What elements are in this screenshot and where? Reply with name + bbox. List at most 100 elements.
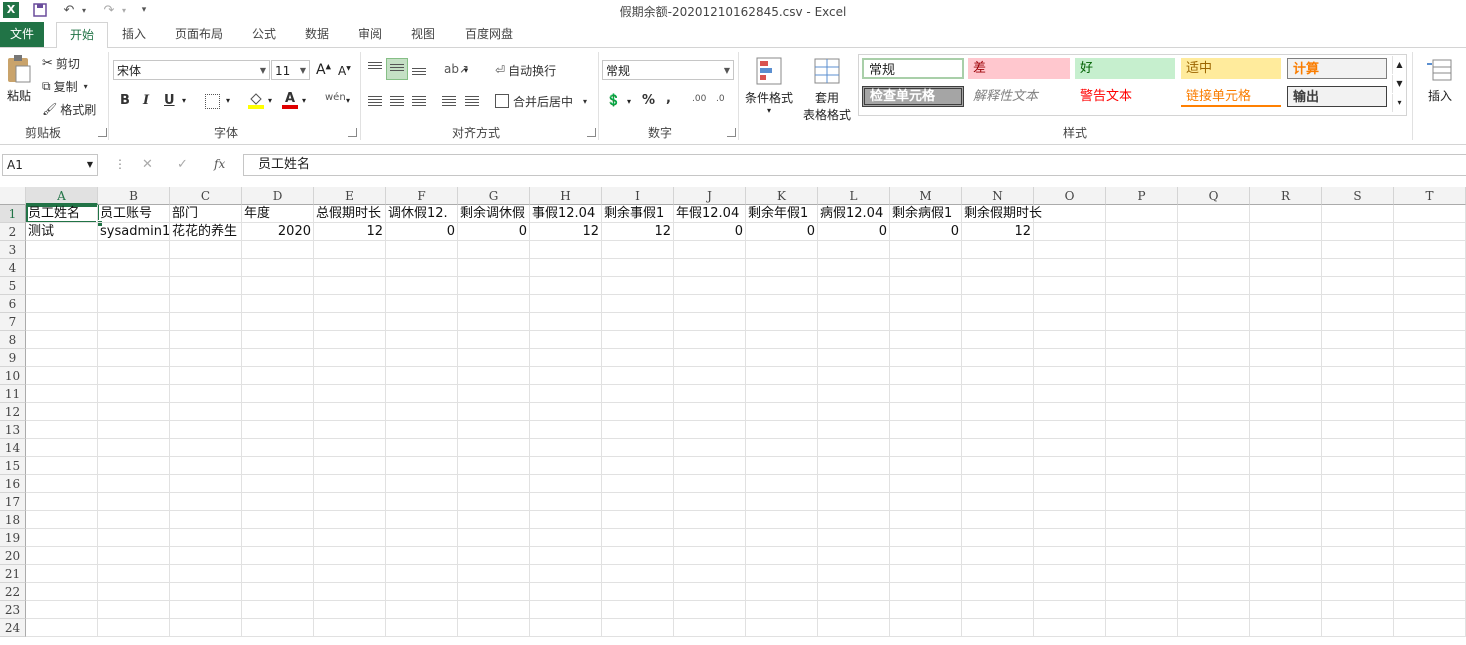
cell-p17[interactable] — [1106, 493, 1178, 511]
column-header-r[interactable]: R — [1250, 187, 1322, 205]
cell-m4[interactable] — [890, 259, 962, 277]
cell-i2[interactable]: 12 — [602, 223, 674, 241]
cell-s8[interactable] — [1322, 331, 1394, 349]
cell-q12[interactable] — [1178, 403, 1250, 421]
cut-button[interactable]: ✂ 剪切 — [42, 54, 80, 72]
cell-p8[interactable] — [1106, 331, 1178, 349]
cell-n9[interactable] — [962, 349, 1034, 367]
cell-q4[interactable] — [1178, 259, 1250, 277]
cell-q2[interactable] — [1178, 223, 1250, 241]
cell-h12[interactable] — [530, 403, 602, 421]
column-header-p[interactable]: P — [1106, 187, 1178, 205]
cell-s16[interactable] — [1322, 475, 1394, 493]
cell-l23[interactable] — [818, 601, 890, 619]
cell-q23[interactable] — [1178, 601, 1250, 619]
redo-icon[interactable]: ↷ — [100, 2, 118, 18]
cell-g1[interactable]: 剩余调休假 — [458, 205, 530, 223]
cell-i17[interactable] — [602, 493, 674, 511]
cell-f3[interactable] — [386, 241, 458, 259]
cell-q21[interactable] — [1178, 565, 1250, 583]
column-header-l[interactable]: L — [818, 187, 890, 205]
cell-a24[interactable] — [26, 619, 98, 637]
cell-b1[interactable]: 员工账号 — [98, 205, 170, 223]
cell-g11[interactable] — [458, 385, 530, 403]
cell-r14[interactable] — [1250, 439, 1322, 457]
cell-f21[interactable] — [386, 565, 458, 583]
cell-s14[interactable] — [1322, 439, 1394, 457]
cell-n21[interactable] — [962, 565, 1034, 583]
cell-g17[interactable] — [458, 493, 530, 511]
cell-n11[interactable] — [962, 385, 1034, 403]
cell-h8[interactable] — [530, 331, 602, 349]
cell-r13[interactable] — [1250, 421, 1322, 439]
cell-c24[interactable] — [170, 619, 242, 637]
cell-m9[interactable] — [890, 349, 962, 367]
cell-p7[interactable] — [1106, 313, 1178, 331]
cell-t7[interactable] — [1394, 313, 1466, 331]
font-name-select[interactable]: 宋体 ▼ — [113, 60, 270, 80]
cell-g20[interactable] — [458, 547, 530, 565]
cell-s11[interactable] — [1322, 385, 1394, 403]
cell-n20[interactable] — [962, 547, 1034, 565]
cell-r11[interactable] — [1250, 385, 1322, 403]
cell-d23[interactable] — [242, 601, 314, 619]
column-header-q[interactable]: Q — [1178, 187, 1250, 205]
cell-f20[interactable] — [386, 547, 458, 565]
border-dropdown-icon[interactable]: ▾ — [226, 96, 230, 105]
cell-n2[interactable]: 12 — [962, 223, 1034, 241]
cell-d22[interactable] — [242, 583, 314, 601]
cell-f6[interactable] — [386, 295, 458, 313]
cell-a8[interactable] — [26, 331, 98, 349]
style-warning[interactable]: 警告文本 — [1075, 86, 1175, 107]
cell-s2[interactable] — [1322, 223, 1394, 241]
increase-indent-icon[interactable] — [465, 96, 479, 108]
cell-d11[interactable] — [242, 385, 314, 403]
phonetic-icon[interactable]: wén — [325, 92, 346, 103]
cell-d21[interactable] — [242, 565, 314, 583]
cell-s5[interactable] — [1322, 277, 1394, 295]
cell-h23[interactable] — [530, 601, 602, 619]
cell-o19[interactable] — [1034, 529, 1106, 547]
row-header-9[interactable]: 9 — [0, 349, 26, 367]
cell-h18[interactable] — [530, 511, 602, 529]
cell-n14[interactable] — [962, 439, 1034, 457]
row-header-8[interactable]: 8 — [0, 331, 26, 349]
cell-h2[interactable]: 12 — [530, 223, 602, 241]
cell-j1[interactable]: 年假12.04 — [674, 205, 746, 223]
decrease-decimal-button[interactable]: .0 — [716, 94, 725, 104]
cell-e11[interactable] — [314, 385, 386, 403]
cell-b13[interactable] — [98, 421, 170, 439]
cell-l15[interactable] — [818, 457, 890, 475]
border-icon[interactable] — [205, 94, 220, 109]
cell-r15[interactable] — [1250, 457, 1322, 475]
cell-i21[interactable] — [602, 565, 674, 583]
cell-i9[interactable] — [602, 349, 674, 367]
column-header-a[interactable]: A — [26, 187, 98, 205]
tab-formulas[interactable]: 公式 — [242, 22, 286, 47]
cell-f10[interactable] — [386, 367, 458, 385]
row-header-2[interactable]: 2 — [0, 223, 26, 241]
cell-o12[interactable] — [1034, 403, 1106, 421]
cell-m14[interactable] — [890, 439, 962, 457]
column-header-c[interactable]: C — [170, 187, 242, 205]
cell-o22[interactable] — [1034, 583, 1106, 601]
cell-e21[interactable] — [314, 565, 386, 583]
clipboard-launcher-icon[interactable] — [98, 128, 107, 137]
cell-j10[interactable] — [674, 367, 746, 385]
cell-e15[interactable] — [314, 457, 386, 475]
tab-view[interactable]: 视图 — [401, 22, 445, 47]
cell-j19[interactable] — [674, 529, 746, 547]
cell-d17[interactable] — [242, 493, 314, 511]
tab-baidu-netdisk[interactable]: 百度网盘 — [456, 22, 522, 47]
cell-p12[interactable] — [1106, 403, 1178, 421]
decrease-indent-icon[interactable] — [442, 96, 456, 108]
cell-q5[interactable] — [1178, 277, 1250, 295]
cell-c11[interactable] — [170, 385, 242, 403]
cell-a13[interactable] — [26, 421, 98, 439]
cell-i10[interactable] — [602, 367, 674, 385]
cell-t21[interactable] — [1394, 565, 1466, 583]
enter-icon[interactable]: ✓ — [177, 157, 188, 172]
bold-button[interactable]: B — [120, 93, 130, 108]
cell-q11[interactable] — [1178, 385, 1250, 403]
cell-b24[interactable] — [98, 619, 170, 637]
